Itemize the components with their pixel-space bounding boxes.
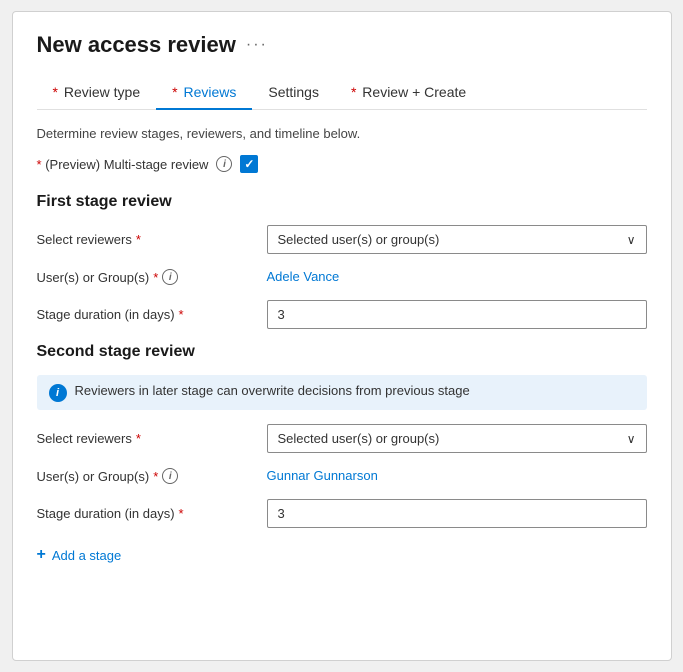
second-stage-users-groups-info-icon[interactable]: i (162, 468, 178, 484)
second-stage-select-reviewers-row: Select reviewers * Selected user(s) or g… (37, 424, 647, 453)
second-stage-info-banner: i Reviewers in later stage can overwrite… (37, 375, 647, 410)
second-stage-users-groups-row: User(s) or Group(s) * i Gunnar Gunnarson (37, 467, 647, 485)
tab-settings[interactable]: Settings (252, 76, 335, 110)
first-stage-users-groups-info-icon[interactable]: i (162, 269, 178, 285)
second-stage-dropdown-chevron-icon: ∨ (627, 432, 636, 446)
first-stage-users-groups-row: User(s) or Group(s) * i Adele Vance (37, 268, 647, 286)
tab-bar: * Review type * Reviews Settings * Revie… (37, 76, 647, 110)
first-stage-dropdown-chevron-icon: ∨ (627, 233, 636, 247)
multi-stage-row: * (Preview) Multi-stage review i (37, 155, 647, 173)
first-stage-title: First stage review (37, 193, 647, 211)
plus-icon: + (37, 546, 46, 564)
new-access-review-card: New access review ··· * Review type * Re… (12, 11, 672, 661)
first-stage-select-reviewers-dropdown[interactable]: Selected user(s) or group(s) ∨ (267, 225, 647, 254)
more-options-icon[interactable]: ··· (246, 36, 268, 54)
second-stage-section: Second stage review i Reviewers in later… (37, 343, 647, 528)
add-stage-button[interactable]: + Add a stage (37, 542, 122, 568)
multi-stage-checkbox[interactable] (240, 155, 258, 173)
second-stage-select-reviewers-dropdown[interactable]: Selected user(s) or group(s) ∨ (267, 424, 647, 453)
first-stage-duration-input[interactable] (267, 300, 647, 329)
first-stage-user-link[interactable]: Adele Vance (267, 269, 340, 284)
first-stage-duration-row: Stage duration (in days) * (37, 300, 647, 329)
second-stage-title: Second stage review (37, 343, 647, 361)
second-stage-duration-row: Stage duration (in days) * (37, 499, 647, 528)
page-title: New access review (37, 32, 236, 58)
info-banner-icon: i (49, 384, 67, 402)
second-stage-duration-input[interactable] (267, 499, 647, 528)
page-description: Determine review stages, reviewers, and … (37, 126, 647, 141)
first-stage-select-reviewers-row: Select reviewers * Selected user(s) or g… (37, 225, 647, 254)
multi-stage-info-icon[interactable]: i (216, 156, 232, 172)
second-stage-user-link[interactable]: Gunnar Gunnarson (267, 468, 378, 483)
tab-review-create[interactable]: * Review + Create (335, 76, 482, 110)
tab-review-type[interactable]: * Review type (37, 76, 157, 110)
tab-reviews[interactable]: * Reviews (156, 76, 252, 110)
